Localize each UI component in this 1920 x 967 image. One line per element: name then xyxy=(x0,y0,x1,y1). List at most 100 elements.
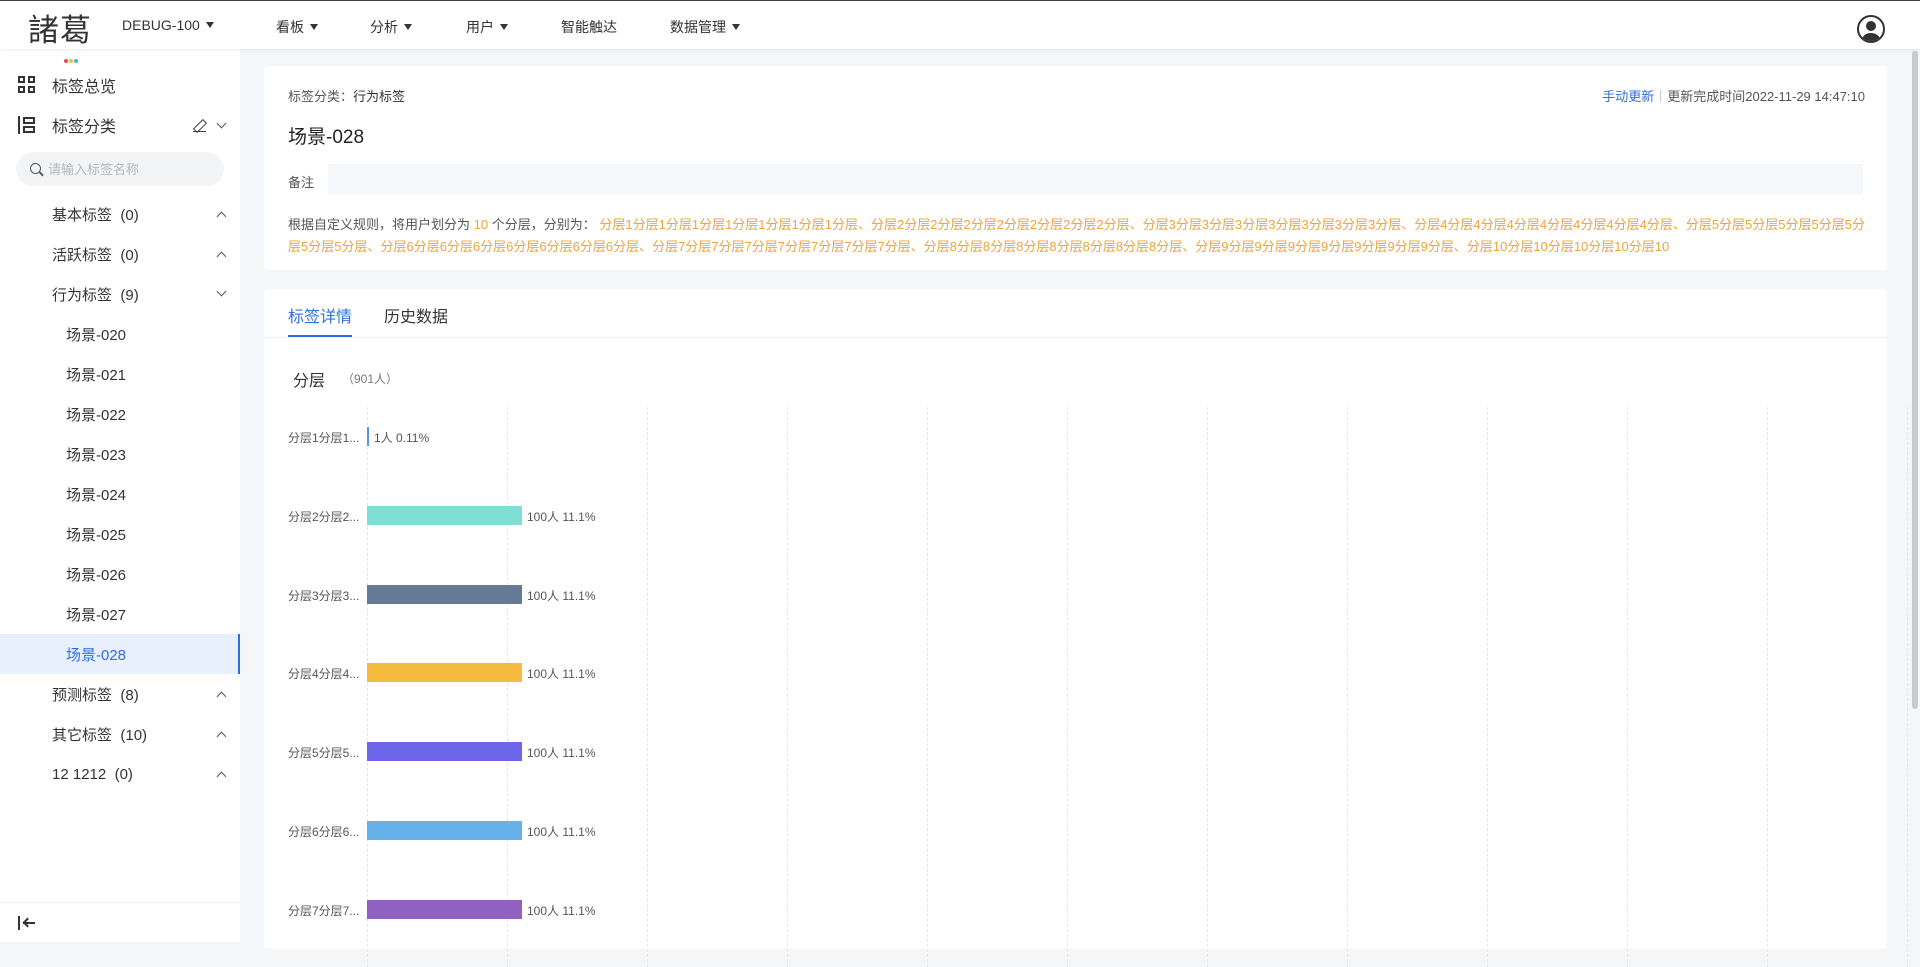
caret-down-icon xyxy=(500,24,508,30)
page-scrollbar[interactable] xyxy=(1910,49,1920,942)
group-label: 其它标签 (10) xyxy=(52,726,148,744)
chevron-down-icon xyxy=(216,286,227,297)
crumb-label: 标签分类： xyxy=(288,89,354,104)
nav-data-management[interactable]: 数据管理 xyxy=(670,17,740,37)
chart-bar[interactable] xyxy=(367,663,522,683)
sidebar: 标签总览 标签分类 基本标签 (0) 活跃标签 (0) 行为标签 (9) 场景-… xyxy=(0,49,240,942)
sidebar-tag-category-label: 标签分类 xyxy=(52,119,117,136)
chart-gridline xyxy=(1767,407,1768,967)
chart-value-label: 100人 11.1% xyxy=(527,746,596,761)
brand-logo-text: 諸葛 xyxy=(28,13,92,49)
chart-bar[interactable] xyxy=(367,584,522,604)
project-selector[interactable]: DEBUG-100 xyxy=(122,17,214,33)
nav-smart-reach[interactable]: 智能触达 xyxy=(561,17,617,37)
chart-value-label: 100人 11.1% xyxy=(527,667,596,682)
detail-tabs: 标签详情 历史数据 xyxy=(264,289,1887,338)
chart-bar[interactable] xyxy=(367,899,522,919)
sidebar-group-prediction[interactable]: 预测标签 (8) xyxy=(0,674,240,714)
chart-value-label: 1人 0.11% xyxy=(374,431,430,445)
grid-icon xyxy=(18,76,36,94)
tag-detail-card: 标签详情 历史数据 分层 （901人） 分层1分层1... 1人 0.11% 分层2… xyxy=(264,289,1908,967)
chart-gridline xyxy=(1207,407,1208,967)
sidebar-item-label: 场景-027 xyxy=(66,606,127,624)
chart-gridline xyxy=(1627,407,1628,967)
nav-analysis[interactable]: 分析 xyxy=(370,17,412,37)
sidebar-item-scene-025[interactable]: 场景-025 xyxy=(0,514,240,554)
chart-gridline xyxy=(1067,407,1068,967)
nav-analysis-label: 分析 xyxy=(370,19,398,35)
layer-section-title: 分层 xyxy=(293,373,326,390)
sidebar-item-scene-023[interactable]: 场景-023 xyxy=(0,434,240,474)
sidebar-group-other[interactable]: 其它标签 (10) xyxy=(0,714,240,754)
tab-history-data[interactable]: 历史数据 xyxy=(384,303,448,327)
crumb-value: 行为标签 xyxy=(353,89,406,104)
group-label: 行为标签 (9) xyxy=(52,286,139,304)
brand-logo[interactable]: 諸葛 xyxy=(28,5,92,63)
scrollbar-thumb[interactable] xyxy=(1912,51,1918,709)
chart-gridline xyxy=(367,407,368,967)
sidebar-collapse-bar xyxy=(0,902,240,942)
chart-gridline xyxy=(1347,407,1348,967)
sidebar-group-12-1212[interactable]: 12 1212 (0) xyxy=(0,754,240,794)
tab-tag-detail[interactable]: 标签详情 xyxy=(288,303,352,327)
logo-accent-dots xyxy=(64,35,80,63)
divider xyxy=(1660,90,1662,102)
tag-category-breadcrumb: 标签分类：行为标签 xyxy=(288,86,405,105)
sidebar-tag-overview[interactable]: 标签总览 xyxy=(0,65,240,105)
chart-bar[interactable] xyxy=(367,742,522,762)
chevron-down-icon[interactable] xyxy=(216,118,227,129)
sidebar-group-behavior[interactable]: 行为标签 (9) xyxy=(0,274,240,314)
chart-category-label: 分层4分层4... xyxy=(288,667,360,682)
chart-value-label: 100人 11.1% xyxy=(527,903,596,918)
chart-gridline xyxy=(507,407,508,967)
caret-down-icon xyxy=(732,24,740,30)
sidebar-item-scene-026[interactable]: 场景-026 xyxy=(0,554,240,594)
caret-down-icon xyxy=(310,24,318,30)
sidebar-group-active[interactable]: 活跃标签 (0) xyxy=(0,234,240,274)
chart-bar[interactable] xyxy=(367,821,522,840)
chart-gridline xyxy=(647,407,648,967)
chart-category-label: 分层3分层3... xyxy=(288,588,360,603)
update-status: 手动更新 更新完成时间2022-11-29 14:47:10 xyxy=(1602,86,1865,105)
collapse-sidebar-icon[interactable] xyxy=(18,916,36,930)
sidebar-item-label: 场景-025 xyxy=(66,526,127,544)
sidebar-item-scene-024[interactable]: 场景-024 xyxy=(0,474,240,514)
sidebar-item-scene-028[interactable]: 场景-028 xyxy=(0,634,240,674)
nav-dashboard[interactable]: 看板 xyxy=(276,17,318,37)
group-label: 基本标签 (0) xyxy=(52,206,139,224)
edit-pencil-icon[interactable] xyxy=(193,119,206,133)
sidebar-tag-category[interactable]: 标签分类 xyxy=(0,105,240,145)
nav-users[interactable]: 用户 xyxy=(466,17,508,37)
nav-users-label: 用户 xyxy=(466,19,494,35)
chevron-up-icon xyxy=(216,251,227,262)
chevron-up-icon xyxy=(216,731,227,742)
top-navigation-bar: 諸葛 DEBUG-100 看板 分析 用户 智能触达 数据管理 xyxy=(0,0,1920,63)
group-label: 预测标签 (8) xyxy=(52,686,139,704)
nav-smart-reach-label: 智能触达 xyxy=(561,19,617,35)
sidebar-item-scene-027[interactable]: 场景-027 xyxy=(0,594,240,634)
chart-category-label: 分层5分层5... xyxy=(288,746,360,761)
sidebar-item-scene-022[interactable]: 场景-022 xyxy=(0,394,240,434)
tag-title: 场景-028 xyxy=(288,127,365,148)
rule-prefix: 根据自定义规则，将用户划分为 xyxy=(288,217,471,232)
update-time-text: 更新完成时间2022-11-29 14:47:10 xyxy=(1667,89,1865,104)
chart-bar[interactable] xyxy=(367,427,369,446)
chart-category-label: 分层7分层7... xyxy=(288,903,360,918)
remark-field[interactable] xyxy=(328,164,1863,194)
sidebar-item-scene-021[interactable]: 场景-021 xyxy=(0,354,240,394)
chart-gridline xyxy=(927,407,928,967)
sidebar-group-basic[interactable]: 基本标签 (0) xyxy=(0,194,240,234)
chart-category-label: 分层1分层1... xyxy=(288,431,360,445)
tag-search-input[interactable] xyxy=(48,152,218,186)
manual-update-link[interactable]: 手动更新 xyxy=(1602,89,1654,104)
chevron-up-icon xyxy=(216,211,227,222)
chart-bar[interactable] xyxy=(367,505,522,525)
chevron-up-icon xyxy=(216,771,227,782)
sidebar-item-label: 场景-020 xyxy=(66,326,127,344)
sidebar-item-scene-020[interactable]: 场景-020 xyxy=(0,314,240,354)
chart-value-label: 100人 11.1% xyxy=(527,509,596,524)
layer-user-count: （901人） xyxy=(342,372,399,386)
chart-category-label: 分层6分层6... xyxy=(288,825,360,839)
sidebar-item-label: 场景-022 xyxy=(66,406,127,424)
user-avatar-icon[interactable] xyxy=(1857,15,1885,43)
